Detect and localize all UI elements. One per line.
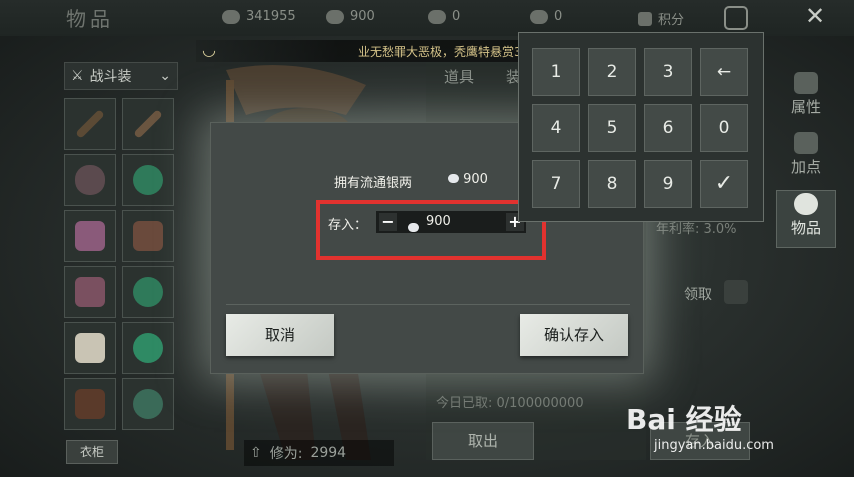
equip-slot[interactable] — [122, 378, 174, 430]
silver-ingot-icon — [326, 9, 344, 24]
cultivation-power: ⇧ 修为: 2994 — [244, 440, 394, 466]
resource-currency-4: 0 — [530, 9, 562, 24]
equip-slot[interactable] — [64, 210, 116, 262]
key-5[interactable]: 5 — [588, 104, 636, 152]
resource-currency-1: 341955 — [222, 9, 296, 24]
sword-icon: ⚔ — [71, 68, 84, 84]
equipment-grid — [64, 98, 174, 430]
withdraw-button[interactable]: 取出 — [432, 422, 534, 460]
horn-icon: ◡ — [202, 40, 216, 59]
key-1[interactable]: 1 — [532, 48, 580, 96]
owned-silver-label: 拥有流通银两 — [334, 176, 413, 191]
settings-icon[interactable] — [724, 6, 748, 30]
token-icon — [428, 9, 446, 24]
side-tab-attributes[interactable]: 属性 — [776, 70, 836, 128]
tab-items[interactable]: 道具 — [444, 66, 474, 87]
key-3[interactable]: 3 — [644, 48, 692, 96]
close-icon[interactable]: ✕ — [800, 3, 830, 29]
side-tab-items[interactable]: 物品 — [776, 190, 836, 248]
level-up-icon[interactable]: ⇧ — [250, 445, 262, 461]
baidu-watermark: Bai 经验 — [626, 403, 742, 436]
confirm-deposit-button[interactable]: 确认存入 — [520, 314, 628, 356]
confirm-key[interactable]: ✓ — [700, 160, 748, 208]
key-8[interactable]: 8 — [588, 160, 636, 208]
equip-slot[interactable] — [64, 378, 116, 430]
cancel-button[interactable]: 取消 — [226, 314, 334, 356]
sliders-icon — [794, 132, 818, 154]
backspace-key[interactable]: ← — [700, 48, 748, 96]
equip-slot[interactable] — [122, 266, 174, 318]
key-2[interactable]: 2 — [588, 48, 636, 96]
key-6[interactable]: 6 — [644, 104, 692, 152]
bag-icon — [794, 193, 818, 215]
dialog-divider — [226, 304, 630, 305]
points-button[interactable]: 积分 — [638, 9, 684, 28]
equip-slot[interactable] — [64, 266, 116, 318]
equip-slot[interactable] — [122, 210, 174, 262]
key-4[interactable]: 4 — [532, 104, 580, 152]
silver-icon — [448, 174, 459, 183]
chevron-down-icon: ⌄ — [159, 68, 171, 84]
ingot-icon — [530, 9, 548, 24]
equip-category-dropdown[interactable]: ⚔ 战斗装 ⌄ — [64, 62, 178, 90]
hat-icon — [794, 72, 818, 94]
wardrobe-button[interactable]: 衣柜 — [66, 440, 118, 464]
highlight-box — [316, 200, 546, 260]
key-9[interactable]: 9 — [644, 160, 692, 208]
today-withdrawn: 今日已取: 0/100000000 — [436, 396, 584, 411]
side-tab-points[interactable]: 加点 — [776, 130, 836, 188]
equip-slot[interactable] — [64, 154, 116, 206]
coin-icon — [222, 9, 240, 24]
watermark-url: jingyan.baidu.com — [654, 438, 774, 453]
resource-silver: 900 — [326, 9, 375, 24]
equip-slot[interactable] — [122, 322, 174, 374]
equip-slot[interactable] — [64, 322, 116, 374]
owned-silver-value: 900 — [448, 172, 488, 187]
collect-label: 领取 — [684, 287, 712, 303]
key-7[interactable]: 7 — [532, 160, 580, 208]
key-0[interactable]: 0 — [700, 104, 748, 152]
money-bag-icon[interactable] — [724, 280, 748, 304]
page-title: 物品 — [66, 7, 114, 31]
equip-slot[interactable] — [64, 98, 116, 150]
points-icon — [638, 11, 652, 26]
equip-slot[interactable] — [122, 154, 174, 206]
resource-currency-3: 0 — [428, 9, 460, 24]
equip-slot[interactable] — [122, 98, 174, 150]
